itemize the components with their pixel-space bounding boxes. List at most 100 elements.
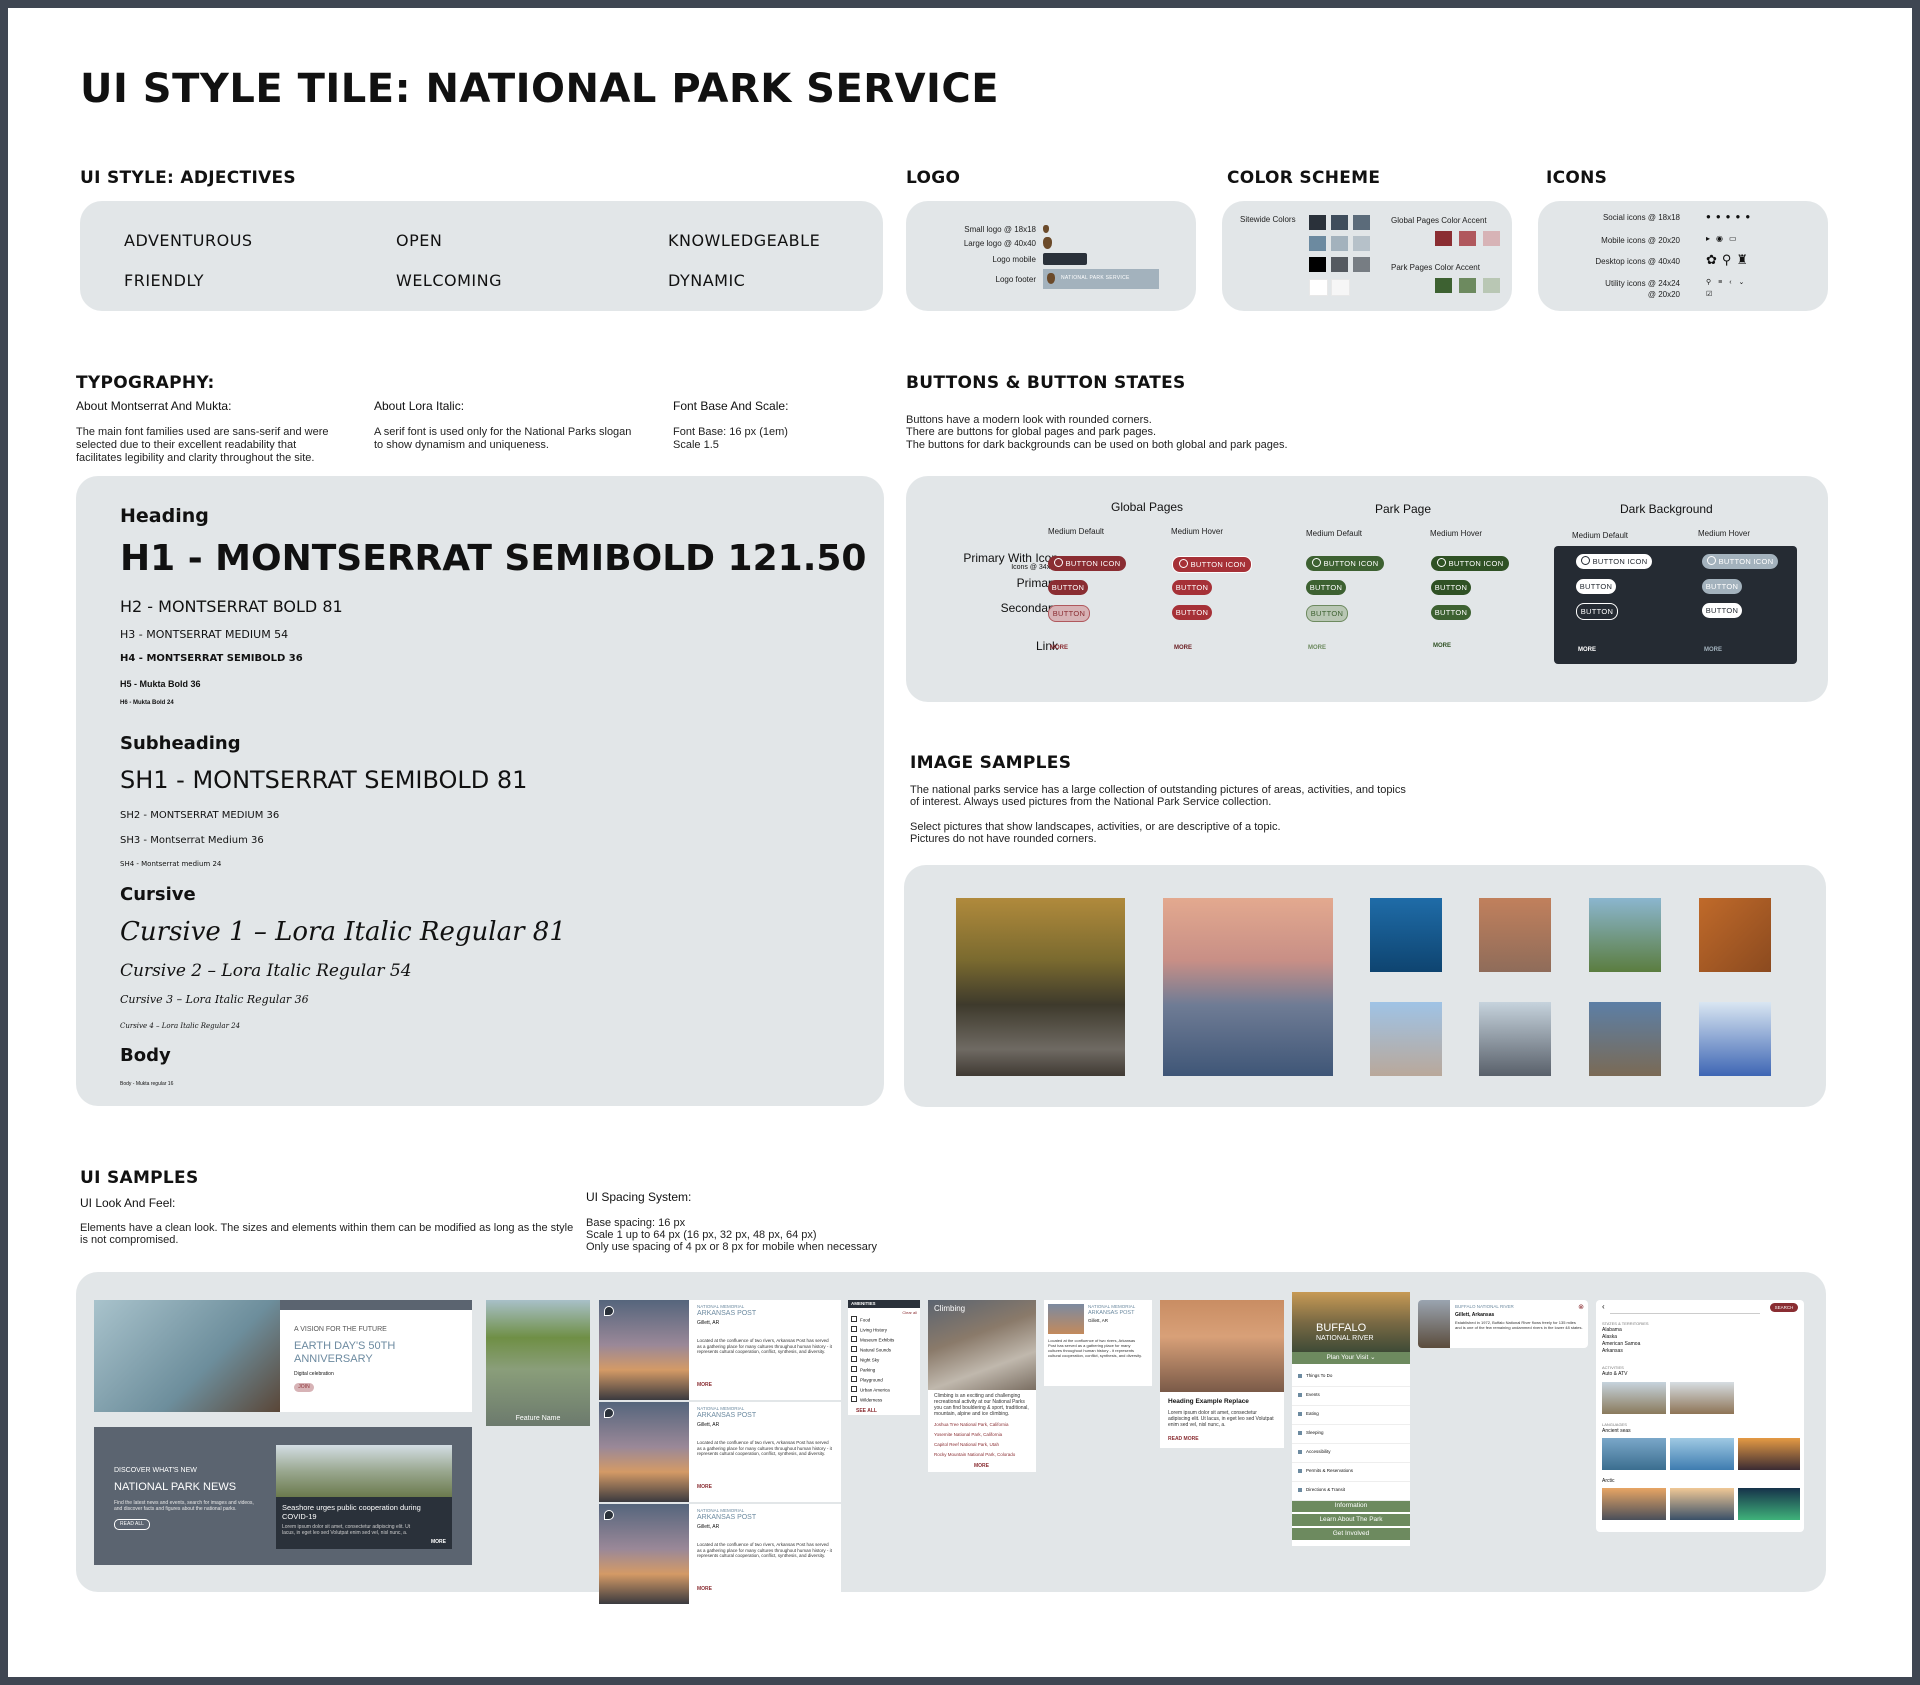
- read-more-link[interactable]: READ MORE: [1168, 1436, 1199, 1442]
- park-primary-icon-button[interactable]: BUTTON ICON: [1306, 556, 1384, 571]
- primary-icon-button-hover[interactable]: BUTTON ICON: [1172, 556, 1252, 573]
- result-photo[interactable]: [1670, 1382, 1734, 1414]
- checkbox-icon[interactable]: [851, 1326, 857, 1332]
- nav-item-label: Permits & Reservations: [1306, 1468, 1354, 1473]
- secondary-button[interactable]: BUTTON: [1048, 605, 1090, 622]
- result-photo[interactable]: [1602, 1438, 1666, 1470]
- amenity-checkbox-row[interactable]: Parking: [851, 1366, 875, 1373]
- memorial-list-item[interactable]: NATIONAL MEMORIAL ARKANSAS POST Gillett, A…: [599, 1402, 841, 1502]
- amenity-checkbox-row[interactable]: Living History: [851, 1326, 887, 1333]
- checkbox-icon[interactable]: [851, 1366, 857, 1372]
- checkbox-icon[interactable]: [851, 1396, 857, 1402]
- dark-primary-button[interactable]: BUTTON: [1576, 579, 1616, 594]
- clear-all-link[interactable]: Clear all: [902, 1310, 917, 1315]
- feature-card[interactable]: Feature Name: [486, 1300, 590, 1426]
- memorial-list-item[interactable]: NATIONAL MEMORIAL ARKANSAS POST Gillett, A…: [599, 1504, 841, 1604]
- amenity-checkbox-row[interactable]: Natural Sounds: [851, 1346, 891, 1353]
- park-primary-button-hover[interactable]: BUTTON: [1431, 580, 1471, 595]
- climbing-park-link[interactable]: Capitol Reef National Park, Utah: [934, 1442, 999, 1447]
- nav-menu-item[interactable]: Eating: [1292, 1406, 1410, 1425]
- primary-button-hover[interactable]: BUTTON: [1172, 580, 1212, 595]
- dark-more-link-hover[interactable]: MORE: [1704, 647, 1722, 653]
- nav-menu-item[interactable]: Events: [1292, 1387, 1410, 1406]
- dark-primary-icon-button[interactable]: BUTTON ICON: [1576, 554, 1652, 569]
- nav-menu-item[interactable]: Things To Do: [1292, 1368, 1410, 1387]
- dark-primary-button-hover[interactable]: BUTTON: [1702, 579, 1742, 594]
- memorial-more-link[interactable]: MORE: [697, 1484, 712, 1490]
- result-photo[interactable]: [1738, 1488, 1800, 1520]
- state-item[interactable]: Alaska: [1602, 1334, 1617, 1340]
- nav-menu-item[interactable]: Permits & Reservations: [1292, 1463, 1410, 1482]
- nps-arrowhead-icon: [1043, 237, 1052, 249]
- search-button[interactable]: SEARCH: [1770, 1303, 1798, 1312]
- language-item[interactable]: Ancient seas: [1602, 1428, 1631, 1434]
- back-chevron-icon[interactable]: ‹: [1602, 1302, 1605, 1311]
- close-icon[interactable]: ⊗: [1578, 1303, 1584, 1311]
- result-photo[interactable]: [1670, 1438, 1734, 1470]
- activity-item[interactable]: Auto & ATV: [1602, 1371, 1627, 1377]
- result-photo[interactable]: [1670, 1488, 1734, 1520]
- climbing-more-link[interactable]: MORE: [974, 1463, 989, 1469]
- learn-about-tab[interactable]: Learn About The Park: [1292, 1514, 1410, 1526]
- checkbox-icon[interactable]: [851, 1346, 857, 1352]
- more-link-hover[interactable]: MORE: [1174, 645, 1192, 651]
- vision-title: ANNIVERSARY: [294, 1353, 373, 1365]
- result-photo[interactable]: [1738, 1438, 1800, 1470]
- cursive-label: Cursive: [120, 884, 196, 905]
- climbing-park-link[interactable]: Rocky Mountain National Park, Colorado: [934, 1452, 1015, 1457]
- amenity-checkbox-row[interactable]: Urban America: [851, 1386, 890, 1393]
- join-button[interactable]: JOIN: [294, 1383, 314, 1392]
- nav-menu-item[interactable]: Directions & Transit: [1292, 1482, 1410, 1501]
- park-more-link[interactable]: MORE: [1308, 645, 1326, 651]
- dark-secondary-button[interactable]: BUTTON: [1576, 603, 1618, 620]
- checkbox-icon[interactable]: [851, 1336, 857, 1342]
- park-secondary-button[interactable]: BUTTON: [1306, 605, 1348, 622]
- park-more-link-hover[interactable]: MORE: [1433, 643, 1451, 649]
- amenity-checkbox-row[interactable]: Museum Exhibits: [851, 1336, 894, 1343]
- amenity-checkbox-row[interactable]: Wilderness: [851, 1396, 882, 1403]
- amenity-checkbox-row[interactable]: Night Sky: [851, 1356, 879, 1363]
- checkbox-icon[interactable]: [851, 1386, 857, 1392]
- news-more-link[interactable]: MORE: [431, 1539, 446, 1545]
- primary-button[interactable]: BUTTON: [1048, 580, 1088, 595]
- buffalo-subtitle: NATIONAL RIVER: [1316, 1335, 1374, 1342]
- secondary-button-hover[interactable]: BUTTON: [1172, 605, 1212, 620]
- state-item[interactable]: Alabama: [1602, 1327, 1622, 1333]
- nav-menu-item[interactable]: Accessibility: [1292, 1444, 1410, 1463]
- nps-arrowhead-icon: [1043, 225, 1049, 233]
- state-item[interactable]: American Samoa: [1602, 1341, 1640, 1347]
- memorial-list-item[interactable]: NATIONAL MEMORIAL ARKANSAS POST Gillett, A…: [599, 1300, 841, 1400]
- dark-primary-icon-button-hover[interactable]: BUTTON ICON: [1702, 554, 1778, 569]
- read-all-button[interactable]: READ ALL: [114, 1519, 150, 1530]
- climbing-park-link[interactable]: Yosemite National Park, California: [934, 1432, 1002, 1437]
- nav-menu-item[interactable]: Sleeping: [1292, 1425, 1410, 1444]
- park-primary-icon-button-hover[interactable]: BUTTON ICON: [1431, 556, 1509, 571]
- amenity-checkbox-row[interactable]: Playground: [851, 1376, 883, 1383]
- memorial-mini-card[interactable]: NATIONAL MEMORIAL ARKANSAS POST Gillett,…: [1044, 1300, 1152, 1386]
- result-photo[interactable]: [1602, 1382, 1666, 1414]
- dark-secondary-button-hover[interactable]: BUTTON: [1702, 603, 1742, 618]
- checkbox-icon[interactable]: [851, 1356, 857, 1362]
- climbing-park-link[interactable]: Joshua Tree National Park, California: [934, 1422, 1009, 1427]
- more-link[interactable]: MORE: [1050, 645, 1068, 651]
- memorial-more-link[interactable]: MORE: [697, 1586, 712, 1592]
- checkbox-icon[interactable]: [851, 1316, 857, 1322]
- park-primary-button[interactable]: BUTTON: [1306, 580, 1346, 595]
- memorial-more-link[interactable]: MORE: [697, 1382, 712, 1388]
- heading-example-card[interactable]: Heading Example Replace Lorem ipsum dolo…: [1160, 1300, 1284, 1448]
- dark-more-link[interactable]: MORE: [1578, 647, 1596, 653]
- checkbox-icon[interactable]: [851, 1376, 857, 1382]
- amenity-checkbox-row[interactable]: Food: [851, 1316, 870, 1323]
- see-all-link[interactable]: SEE ALL: [856, 1408, 877, 1414]
- result-photo[interactable]: [1602, 1488, 1666, 1520]
- primary-icon-button[interactable]: BUTTON ICON: [1048, 556, 1126, 571]
- park-secondary-button-hover[interactable]: BUTTON: [1431, 605, 1471, 620]
- river-popup-card[interactable]: BUFFALO NATIONAL RIVER Gillett, Arkansas…: [1418, 1300, 1588, 1348]
- search-input[interactable]: [1610, 1304, 1760, 1314]
- information-tab[interactable]: Information: [1292, 1500, 1410, 1512]
- adjectives-card: ADVENTUROUS OPEN KNOWLEDGEABLE FRIENDLY …: [80, 201, 883, 311]
- get-involved-tab[interactable]: Get Involved: [1292, 1528, 1410, 1540]
- type-c4: Cursive 4 – Lora Italic Regular 24: [120, 1022, 241, 1030]
- state-item[interactable]: Arkansas: [1602, 1348, 1623, 1354]
- plan-visit-tab[interactable]: Plan Your Visit ⌄: [1292, 1352, 1410, 1364]
